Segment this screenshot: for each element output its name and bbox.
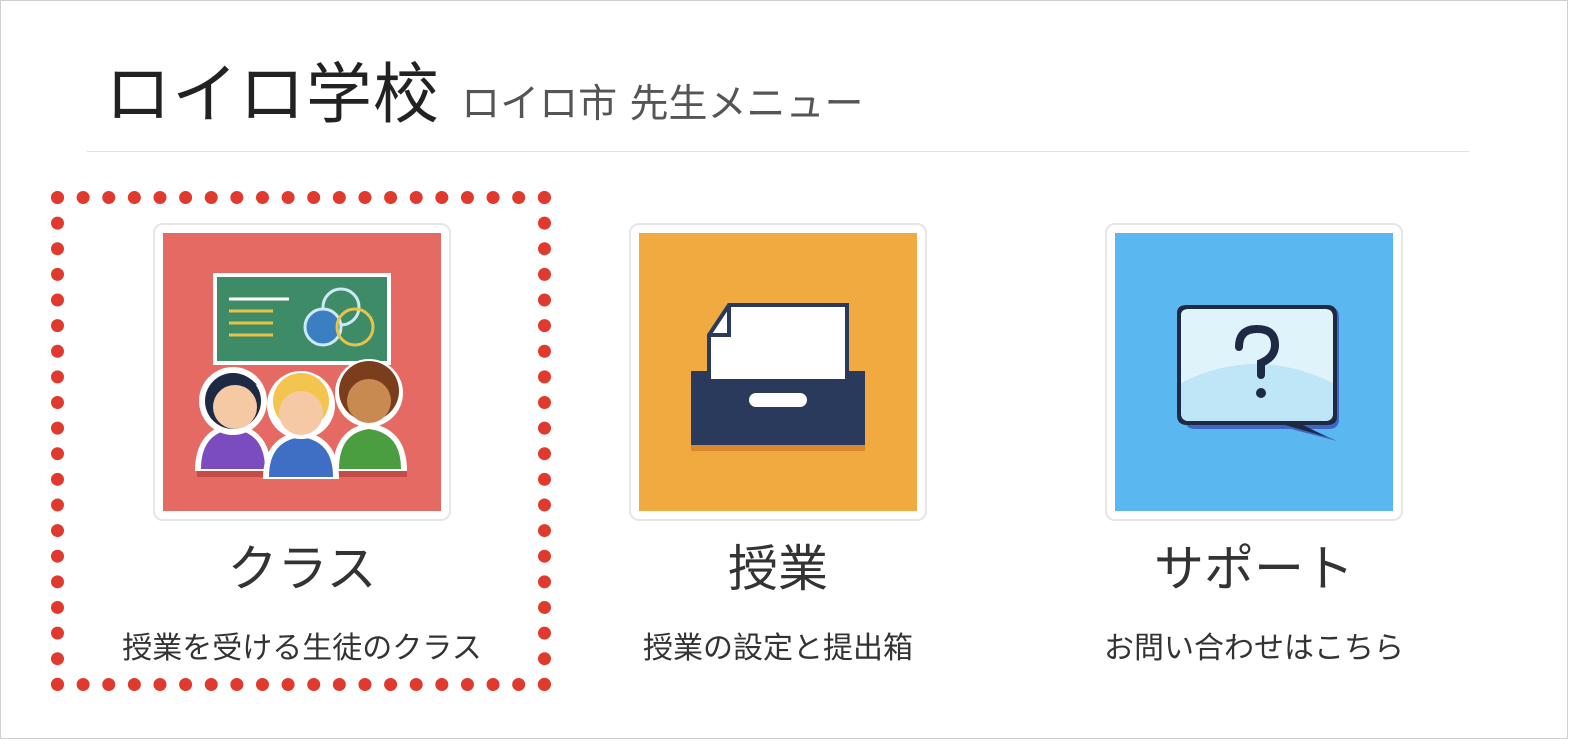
menu-card-lesson[interactable]: 授業 授業の設定と提出箱: [629, 223, 927, 666]
class-students-icon: [163, 233, 441, 511]
menu-card-support[interactable]: サポート お問い合わせはこちら: [1104, 223, 1404, 666]
page-frame: ロイロ学校 ロイロ市 先生メニュー クラス 授業を受ける生徒のクラス 授業 授業…: [0, 0, 1568, 739]
support-description: お問い合わせはこちら: [1104, 631, 1404, 666]
support-title: サポート: [1154, 540, 1354, 598]
page-subtitle: ロイロ市 先生メニュー: [461, 82, 864, 127]
lesson-description: 授業の設定と提出箱: [643, 631, 913, 666]
class-tile[interactable]: [153, 223, 451, 521]
class-description: 授業を受ける生徒のクラス: [122, 631, 482, 666]
school-name: ロイロ学校: [105, 56, 440, 133]
lesson-tile[interactable]: [629, 223, 927, 521]
page-header: ロイロ学校 ロイロ市 先生メニュー: [105, 41, 864, 133]
support-tile[interactable]: [1105, 223, 1403, 521]
header-divider: [87, 151, 1469, 152]
help-speech-bubble-icon: [1115, 233, 1393, 511]
menu-card-class[interactable]: クラス 授業を受ける生徒のクラス: [122, 223, 482, 666]
file-drawer-icon: [639, 233, 917, 511]
lesson-title: 授業: [728, 540, 828, 598]
class-title: クラス: [227, 540, 377, 598]
